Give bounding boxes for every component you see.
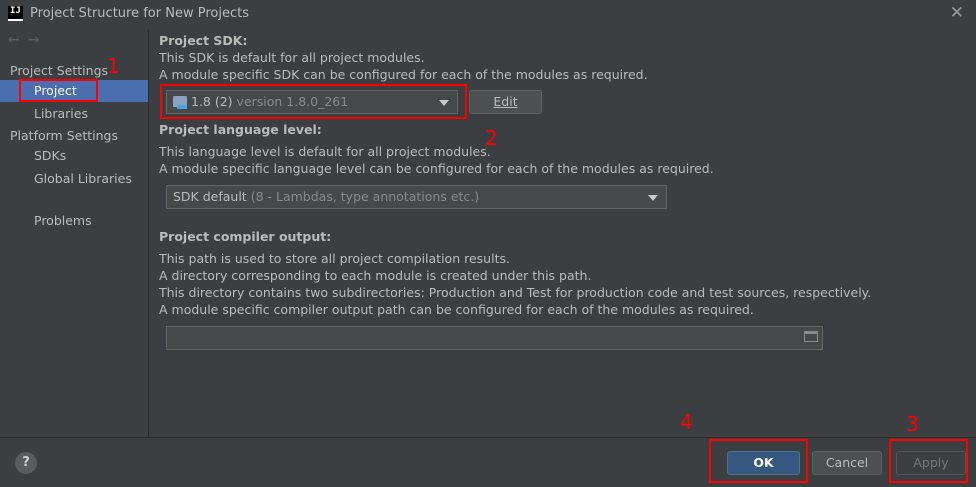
navigation-arrows: ←→ — [8, 32, 47, 48]
language-level-desc-1: This language level is default for all p… — [159, 144, 491, 159]
compiler-output-desc-3: This directory contains two subdirectori… — [159, 285, 872, 300]
annotation-number-1: 1 — [107, 54, 120, 78]
dialog-footer: ? OK Cancel Apply — [0, 437, 976, 487]
language-level-heading: Project language level: — [159, 122, 322, 137]
compiler-output-path-field[interactable] — [166, 326, 823, 350]
annotation-number-4: 4 — [680, 410, 693, 434]
project-sdk-name: 1.8 (2) — [191, 94, 233, 109]
language-level-desc-2: A module specific language level can be … — [159, 161, 714, 176]
project-sdk-value: 1.8 (2) version 1.8.0_261 — [173, 94, 348, 109]
project-sdk-version: version 1.8.0_261 — [236, 94, 349, 109]
edit-sdk-label: Edit — [493, 94, 518, 109]
compiler-output-desc-2: A directory corresponding to each module… — [159, 268, 592, 283]
compiler-output-heading: Project compiler output: — [159, 229, 332, 244]
chevron-down-icon — [648, 195, 658, 201]
sidebar-item-libraries[interactable]: Libraries — [0, 103, 148, 125]
help-button[interactable]: ? — [15, 452, 37, 474]
project-sdk-desc-1: This SDK is default for all project modu… — [159, 50, 425, 65]
sidebar: ←→ Project Settings Project Libraries Pl… — [0, 30, 149, 437]
title-bar: IJ Project Structure for New Projects ✕ — [0, 0, 976, 30]
annotation-number-3: 3 — [906, 412, 919, 436]
apply-button[interactable]: Apply — [896, 451, 966, 475]
language-level-value: SDK default (8 - Lambdas, type annotatio… — [173, 189, 479, 204]
compiler-output-desc-1: This path is used to store all project c… — [159, 251, 510, 266]
sidebar-item-problems[interactable]: Problems — [0, 210, 148, 232]
project-sdk-heading: Project SDK: — [159, 33, 248, 48]
language-level-dropdown[interactable]: SDK default (8 - Lambdas, type annotatio… — [166, 185, 667, 209]
platform-settings-label: Platform Settings — [10, 128, 118, 143]
edit-sdk-button[interactable]: Edit — [469, 90, 542, 114]
sidebar-item-global-libraries[interactable]: Global Libraries — [0, 168, 148, 190]
project-sdk-desc-2: A module specific SDK can be configured … — [159, 67, 648, 82]
ok-button[interactable]: OK — [727, 451, 800, 475]
sidebar-item-project[interactable]: Project — [0, 80, 148, 102]
window-title: Project Structure for New Projects — [30, 6, 249, 21]
intellij-logo-icon: IJ — [8, 6, 23, 21]
language-level-detail: (8 - Lambdas, type annotations etc.) — [250, 189, 480, 204]
project-settings-label: Project Settings — [10, 63, 109, 78]
compiler-output-desc-4: A module specific compiler output path c… — [159, 302, 754, 317]
chevron-down-icon — [439, 100, 449, 106]
close-icon[interactable]: ✕ — [950, 3, 964, 23]
sdk-folder-icon — [173, 96, 187, 109]
browse-folder-icon[interactable] — [804, 331, 818, 342]
project-sdk-dropdown[interactable]: 1.8 (2) version 1.8.0_261 — [166, 90, 458, 114]
forward-arrow-icon[interactable]: → — [28, 32, 48, 48]
annotation-number-2: 2 — [485, 126, 498, 150]
language-level-main: SDK default — [173, 189, 247, 204]
project-settings-panel: Project SDK: This SDK is default for all… — [149, 30, 976, 437]
cancel-button[interactable]: Cancel — [812, 451, 882, 475]
back-arrow-icon[interactable]: ← — [8, 32, 28, 48]
sidebar-item-sdks[interactable]: SDKs — [0, 145, 148, 167]
